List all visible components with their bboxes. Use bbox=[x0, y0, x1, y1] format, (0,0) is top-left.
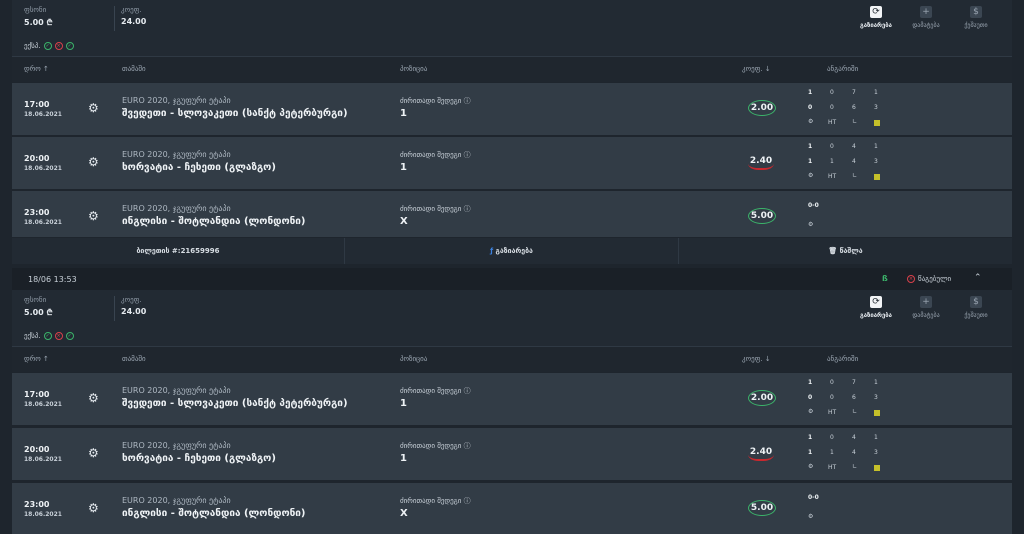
odd-won: 2.00 bbox=[748, 390, 776, 406]
soccer-icon: ⚙ bbox=[88, 446, 99, 460]
won-status-icon: ✓ bbox=[43, 42, 52, 50]
col-game: თამაში bbox=[122, 355, 146, 363]
column-header: დრო ↑ თამაში პოზიცია კოეფ. ↓ ანგარიში bbox=[12, 347, 1012, 372]
stake-field: ფსონი 5.00 ₾ bbox=[24, 6, 53, 28]
col-position: პოზიცია bbox=[400, 65, 428, 73]
brand-icon: ß bbox=[882, 274, 888, 283]
col-odds[interactable]: კოეფ. ↓ bbox=[742, 355, 771, 363]
bet-header-bar[interactable]: 18/06 13:53 ß × წაგებული ⌃ bbox=[12, 268, 1012, 290]
col-score: ანგარიში bbox=[827, 355, 859, 363]
soccer-icon: ⚙ bbox=[88, 209, 99, 223]
odds-field: კოეფ. 24.00 bbox=[114, 296, 146, 321]
col-game: თამაში bbox=[122, 65, 146, 73]
odds-label: კოეფ. bbox=[121, 6, 142, 14]
odd-won: 2.00 bbox=[748, 100, 776, 116]
odd-won: 5.00 bbox=[748, 208, 776, 224]
bet-history-page: ფსონი 5.00 ₾ კოეფ. 24.00 ⟳ გაზიარება + დამატ… bbox=[12, 0, 1012, 534]
delete-button[interactable]: 🗑 წაშლა bbox=[679, 238, 1012, 264]
soccer-icon: ⚙ bbox=[808, 118, 814, 125]
odd-won: 5.00 bbox=[748, 500, 776, 516]
add-tool-button[interactable]: + დამატება bbox=[904, 6, 948, 29]
chart-icon: ∟ bbox=[852, 118, 858, 125]
soccer-icon: ⚙ bbox=[808, 408, 814, 415]
table-row[interactable]: 17:00 18.06.2021 ⚙ EURO 2020, ჯგუფური ეტა… bbox=[12, 373, 1012, 425]
table-row[interactable]: 23:00 18.06.2021 ⚙ EURO 2020, ჯგუფური ეტა… bbox=[12, 483, 1012, 534]
soccer-icon: ⚙ bbox=[88, 391, 99, 405]
col-time[interactable]: დრო ↑ bbox=[24, 355, 49, 363]
soccer-icon: ⚙ bbox=[88, 101, 99, 115]
scoreboard: 1071 0063 ⚙ HT ∟ bbox=[808, 89, 888, 129]
lost-label: წაგებული bbox=[918, 275, 952, 283]
cashout-tool-button[interactable]: $ ქეშაუთი bbox=[954, 6, 998, 29]
chart-icon: ∟ bbox=[852, 408, 858, 415]
won-status-icon: ✓ bbox=[65, 332, 74, 340]
share-icon: ⟳ bbox=[870, 6, 882, 18]
scoreboard: 1041 1143 ⚙ HT ∟ bbox=[808, 143, 888, 183]
trash-icon: 🗑 bbox=[828, 247, 840, 255]
chevron-up-icon[interactable]: ⌃ bbox=[974, 273, 982, 283]
yellow-card-icon bbox=[874, 410, 880, 416]
table-row[interactable]: 20:00 18.06.2021 ⚙ EURO 2020, ჯგუფური ეტა… bbox=[12, 137, 1012, 189]
bet-type-bar: ექსპ. ✓ × ✓ bbox=[12, 37, 1012, 57]
scoreboard: 1041 1143 ⚙ HT ∟ bbox=[808, 434, 888, 474]
table-row[interactable]: 23:00 18.06.2021 ⚙ EURO 2020, ჯგუფური ეტა… bbox=[12, 191, 1012, 237]
add-tool-button[interactable]: + დამატება bbox=[904, 296, 948, 319]
col-score: ანგარიში bbox=[827, 65, 859, 73]
bet-datetime: 18/06 13:53 bbox=[28, 275, 77, 284]
lost-status-icon: × bbox=[907, 275, 915, 283]
chart-icon: ∟ bbox=[852, 172, 858, 179]
chart-icon: ∟ bbox=[852, 463, 858, 470]
plus-icon: + bbox=[920, 296, 932, 308]
yellow-card-icon bbox=[874, 174, 880, 180]
bet-summary: ფსონი 5.00 ₾ კოეფ. 24.00 ⟳ გაზიარება + დამატ… bbox=[12, 290, 1012, 328]
odds-field: კოეფ. 24.00 bbox=[114, 6, 146, 31]
ticket-number: ბილეთის #:21659996 bbox=[12, 238, 345, 264]
scoreboard: 1071 0063 ⚙ HT ∟ bbox=[808, 379, 888, 419]
bet-summary: ფსონი 5.00 ₾ კოეფ. 24.00 ⟳ გაზიარება + დამატ… bbox=[12, 0, 1012, 38]
share-tool-button[interactable]: ⟳ გაზიარება bbox=[854, 296, 898, 319]
odd-lost: 2.40 bbox=[748, 154, 774, 170]
won-status-icon: ✓ bbox=[43, 332, 52, 340]
col-odds[interactable]: კოეფ. ↓ bbox=[742, 65, 771, 73]
bet-type: ექსპ. ✓ × ✓ bbox=[24, 332, 74, 340]
lost-status-icon: × bbox=[54, 42, 63, 50]
bet-toolbar: ⟳ გაზიარება + დამატება $ ქეშაუთი bbox=[854, 296, 1004, 322]
soccer-icon: ⚙ bbox=[88, 501, 99, 515]
soccer-icon: ⚙ bbox=[808, 221, 814, 228]
dollar-icon: $ bbox=[970, 296, 982, 308]
odd-lost: 2.40 bbox=[748, 445, 774, 461]
plus-icon: + bbox=[920, 6, 932, 18]
bet-footer: ბილეთის #:21659996 ƒ გაზიარება 🗑 წაშლა bbox=[12, 238, 1012, 264]
soccer-icon: ⚙ bbox=[808, 463, 814, 470]
bet-toolbar: ⟳ გაზიარება + დამატება $ ქეშაუთი bbox=[854, 6, 1004, 32]
stake-value: 5.00 ₾ bbox=[24, 18, 53, 27]
bet-type-bar: ექსპ. ✓ × ✓ bbox=[12, 327, 1012, 347]
yellow-card-icon bbox=[874, 120, 880, 126]
odds-value: 24.00 bbox=[121, 17, 147, 26]
scoreboard: 0-0 ⚙ bbox=[808, 494, 819, 520]
col-position: პოზიცია bbox=[400, 355, 428, 363]
facebook-share-button[interactable]: ƒ გაზიარება bbox=[345, 238, 679, 264]
share-tool-button[interactable]: ⟳ გაზიარება bbox=[854, 6, 898, 29]
scoreboard: 0-0 ⚙ bbox=[808, 202, 819, 228]
cashout-tool-button[interactable]: $ ქეშაუთი bbox=[954, 296, 998, 319]
table-row[interactable]: 17:00 18.06.2021 ⚙ EURO 2020, ჯგუფური ეტა… bbox=[12, 83, 1012, 135]
table-row[interactable]: 20:00 18.06.2021 ⚙ EURO 2020, ჯგუფური ეტა… bbox=[12, 428, 1012, 480]
lost-status-icon: × bbox=[54, 332, 63, 340]
stake-label: ფსონი bbox=[24, 6, 47, 14]
bet-type: ექსპ. ✓ × ✓ bbox=[24, 42, 74, 50]
yellow-card-icon bbox=[874, 465, 880, 471]
share-icon: ⟳ bbox=[870, 296, 882, 308]
soccer-icon: ⚙ bbox=[88, 155, 99, 169]
column-header: დრო ↑ თამაში პოზიცია კოეფ. ↓ ანგარიში bbox=[12, 57, 1012, 82]
col-time[interactable]: დრო ↑ bbox=[24, 65, 49, 73]
stake-field: ფსონი 5.00 ₾ bbox=[24, 296, 53, 317]
dollar-icon: $ bbox=[970, 6, 982, 18]
soccer-icon: ⚙ bbox=[808, 513, 814, 520]
soccer-icon: ⚙ bbox=[808, 172, 814, 179]
won-status-icon: ✓ bbox=[65, 42, 74, 50]
